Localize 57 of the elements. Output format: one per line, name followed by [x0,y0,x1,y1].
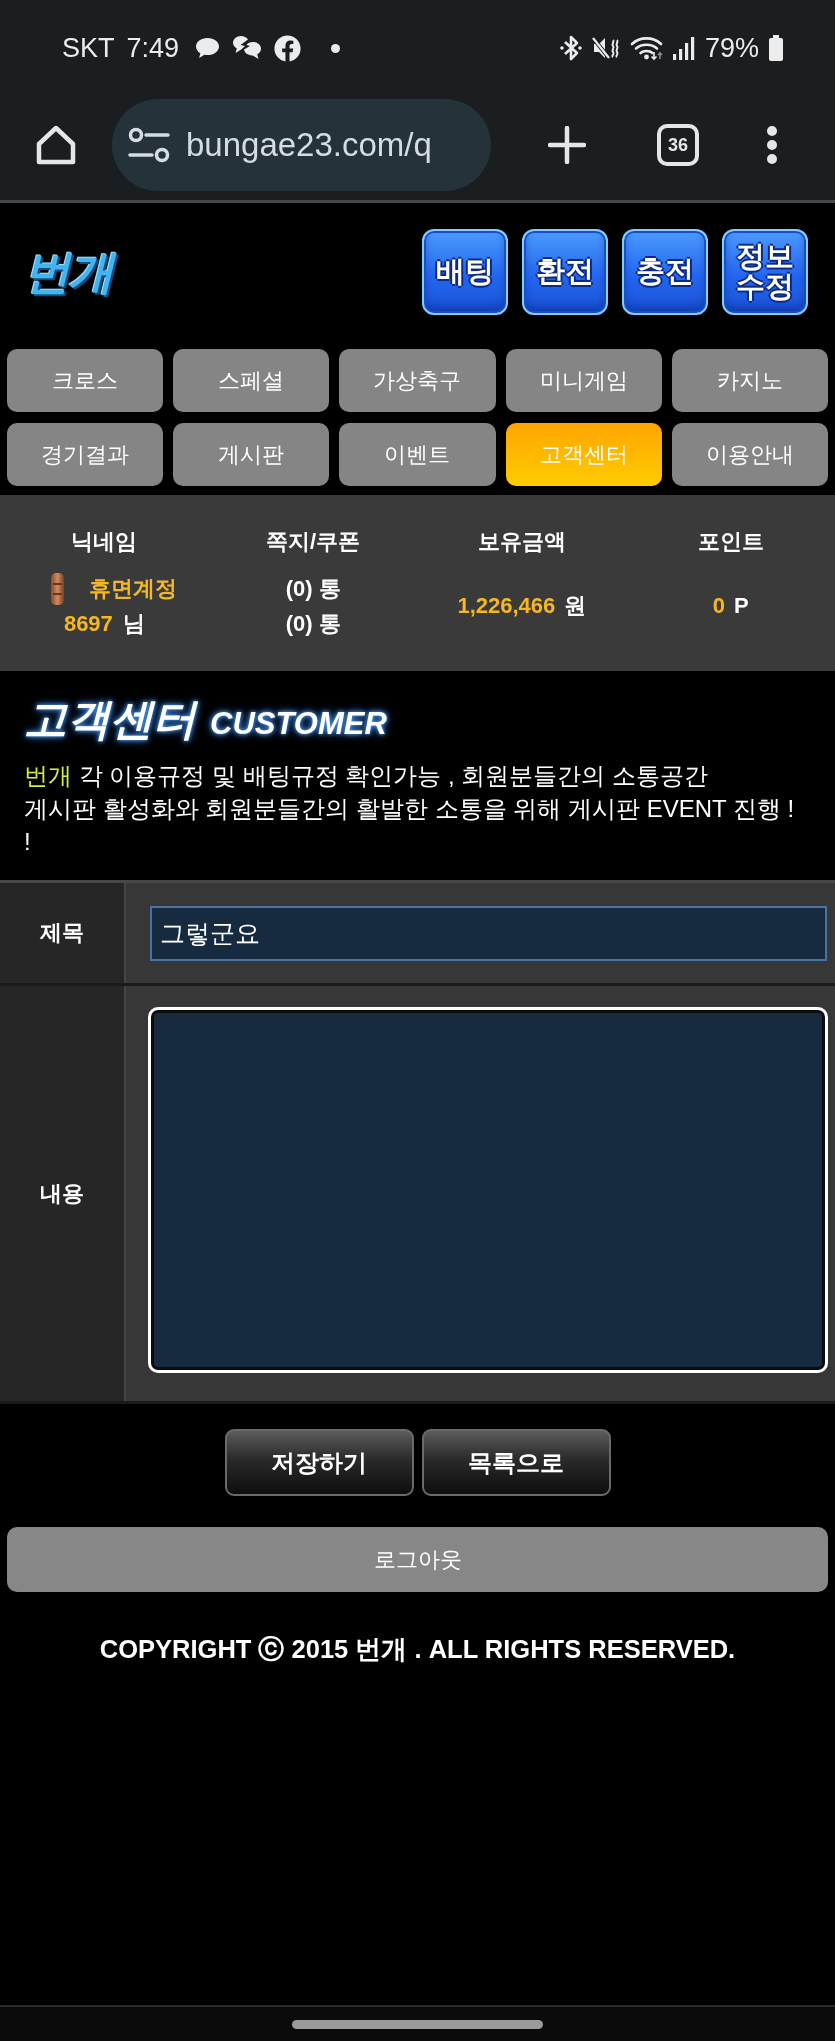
amount-value: 0 [712,593,725,619]
messenger-icon [232,35,263,61]
form-button[interactable]: 목록으로 [421,1429,611,1496]
info-heading: 닉네임 [71,528,138,556]
nav-tab[interactable]: 경기결과 [7,423,164,486]
logout-button[interactable]: 로그아웃 [7,1527,828,1592]
form-button[interactable]: 저장하기 [224,1429,414,1496]
tab-count-button[interactable]: 36 [657,124,699,166]
mute-vibrate-icon [591,35,620,61]
wifi-icon [629,35,663,61]
info-heading: 보유금액 [477,528,566,556]
info-heading: 쪽지/쿠폰 [266,528,361,556]
facebook-icon [274,34,302,62]
message-count: (0) 통 [285,609,341,638]
nav-tab[interactable]: 카지노 [671,349,828,412]
nav-tab[interactable]: 크로스 [7,349,164,412]
battery-icon [769,35,783,61]
nav-tab[interactable]: 미니게임 [505,349,662,412]
nickname-value: 8697 [63,610,113,637]
action-button[interactable]: 배팅 [422,229,508,315]
battery-percent: 79% [704,32,759,64]
clock-text: 7:49 [126,32,180,64]
amount-unit: P [733,593,749,619]
action-button[interactable]: 충전 [622,229,708,315]
amount-value: 1,226,466 [457,593,556,619]
notification-dot-icon [331,43,341,53]
action-button[interactable]: 정보 수정 [722,229,808,315]
section-subtitle: CUSTOMER [210,706,387,742]
plus-icon[interactable] [548,126,586,164]
tune-icon [128,127,170,163]
nav-tab[interactable]: 이용안내 [671,423,828,486]
title-input[interactable]: 그렇군요 [150,905,827,961]
field-label: 제목 [0,883,126,983]
copyright-text: COPYRIGHT ⓒ 2015 번개 . ALL RIGHTS RESERVED. [98,1634,737,1665]
info-heading: 포인트 [697,528,764,556]
action-button[interactable]: 환전 [522,229,608,315]
intro-text: 번개 각 이용규정 및 배팅규정 확인가능 , 회원분들간의 소통공간 게시판 활성화와 회원분들간의 활발한 소통을 위해 게시판 EVENT 진행 ! ! [24,761,796,857]
bluetooth-icon [559,35,582,61]
honorific-text: 님 [122,609,145,638]
field-label: 내용 [0,986,126,1401]
level-badge-icon [49,571,65,606]
home-handle[interactable] [292,2019,543,2029]
nav-tab[interactable]: 게시판 [173,423,330,486]
address-bar[interactable]: bungae23.com/q [112,99,491,191]
home-icon[interactable] [35,124,77,166]
menu-icon[interactable] [766,125,778,165]
section-title: 고객센터 [24,694,196,745]
message-count: (0) 통 [285,574,341,603]
content-textarea[interactable] [148,1007,828,1373]
nav-tab[interactable]: 스페셜 [173,349,330,412]
account-status: 휴면계정 [88,574,177,603]
nav-tab[interactable]: 가상축구 [339,349,496,412]
chat-bubble-icon [195,37,221,59]
signal-icon [672,36,695,60]
carrier-text: SKT [62,32,115,64]
nav-tab[interactable]: 이벤트 [339,423,496,486]
amount-unit: 원 [564,592,587,620]
